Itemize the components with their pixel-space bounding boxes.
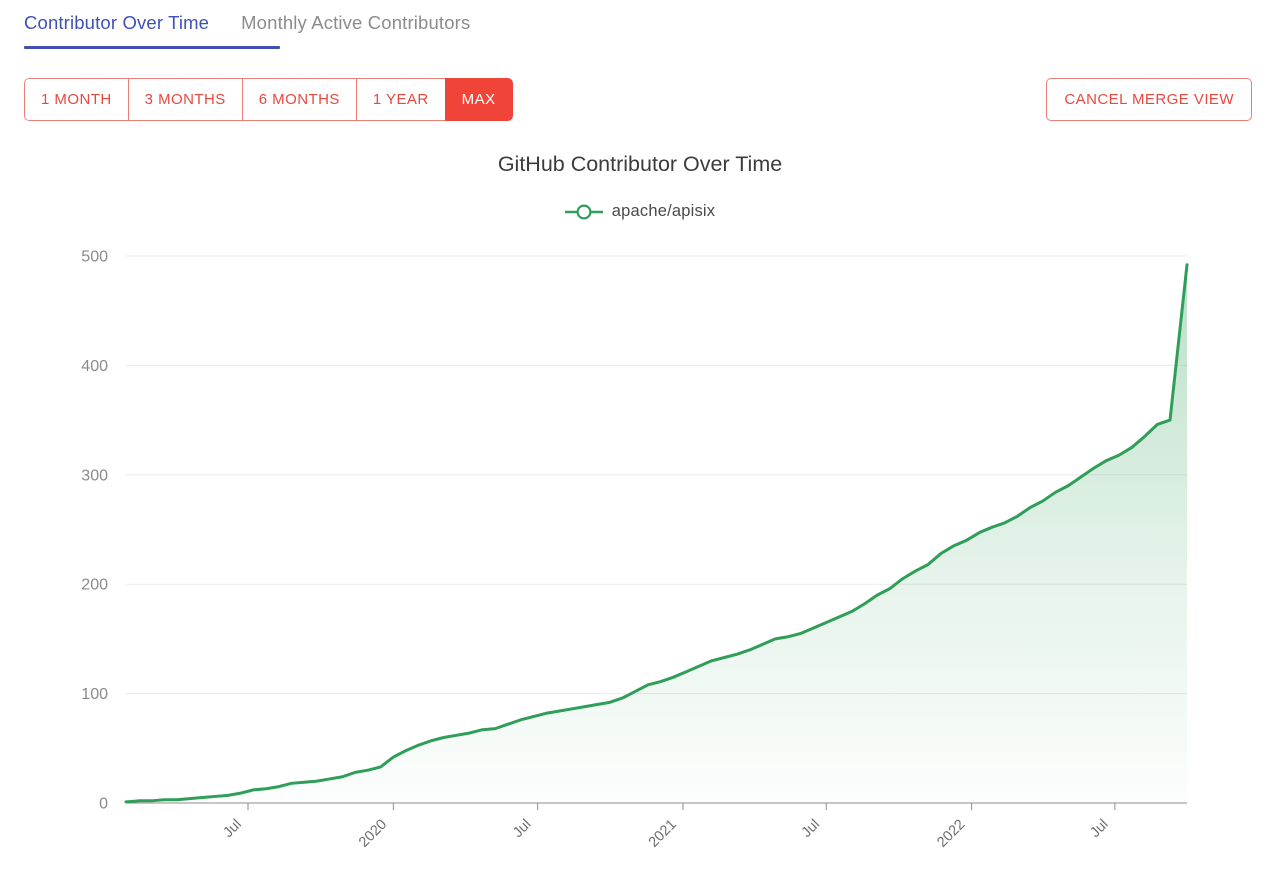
y-axis-tick-label: 0: [99, 796, 108, 813]
tab-active-indicator: [24, 46, 280, 49]
range-button-group: 1 MONTH 3 MONTHS 6 MONTHS 1 YEAR MAX: [24, 78, 513, 121]
tab-contributor-over-time[interactable]: Contributor Over Time: [24, 0, 223, 48]
y-axis-tick-label: 300: [81, 467, 108, 484]
range-toolbar: 1 MONTH 3 MONTHS 6 MONTHS 1 YEAR MAX CAN…: [0, 76, 1280, 124]
x-axis-tick-label: 2022: [934, 817, 968, 851]
chart-plot[interactable]: 0 100 200 300 400 500 Jul 2020 Jul 2021 Jul 2022 Jul: [0, 130, 1280, 881]
cancel-merge-view-button[interactable]: CANCEL MERGE VIEW: [1046, 78, 1252, 121]
contributor-over-time-page: Contributor Over Time Monthly Active Con…: [0, 0, 1280, 881]
x-axis-tick-label: Jul: [510, 817, 534, 841]
x-axis-tick-label: Jul: [1087, 817, 1111, 841]
y-axis-tick-label: 400: [81, 358, 108, 375]
range-button-3-months[interactable]: 3 MONTHS: [127, 78, 242, 121]
range-button-1-year[interactable]: 1 YEAR: [355, 78, 445, 121]
chart-container: GitHub Contributor Over Time apache/apis…: [0, 130, 1280, 881]
x-axis-tick-label: 2021: [646, 817, 680, 851]
range-button-1-month[interactable]: 1 MONTH: [24, 78, 128, 121]
range-button-max[interactable]: MAX: [444, 78, 513, 121]
series-area-fill: [126, 264, 1187, 803]
x-axis-tick-label: 2020: [356, 817, 390, 851]
x-axis-tick-label: Jul: [220, 817, 244, 841]
range-button-6-months[interactable]: 6 MONTHS: [241, 78, 356, 121]
y-axis-tick-label: 500: [81, 249, 108, 266]
y-axis-tick-label: 200: [81, 577, 108, 594]
tab-monthly-active-contributors[interactable]: Monthly Active Contributors: [241, 0, 484, 48]
x-axis-tick-label: Jul: [799, 817, 823, 841]
y-axis-tick-label: 100: [81, 686, 108, 703]
